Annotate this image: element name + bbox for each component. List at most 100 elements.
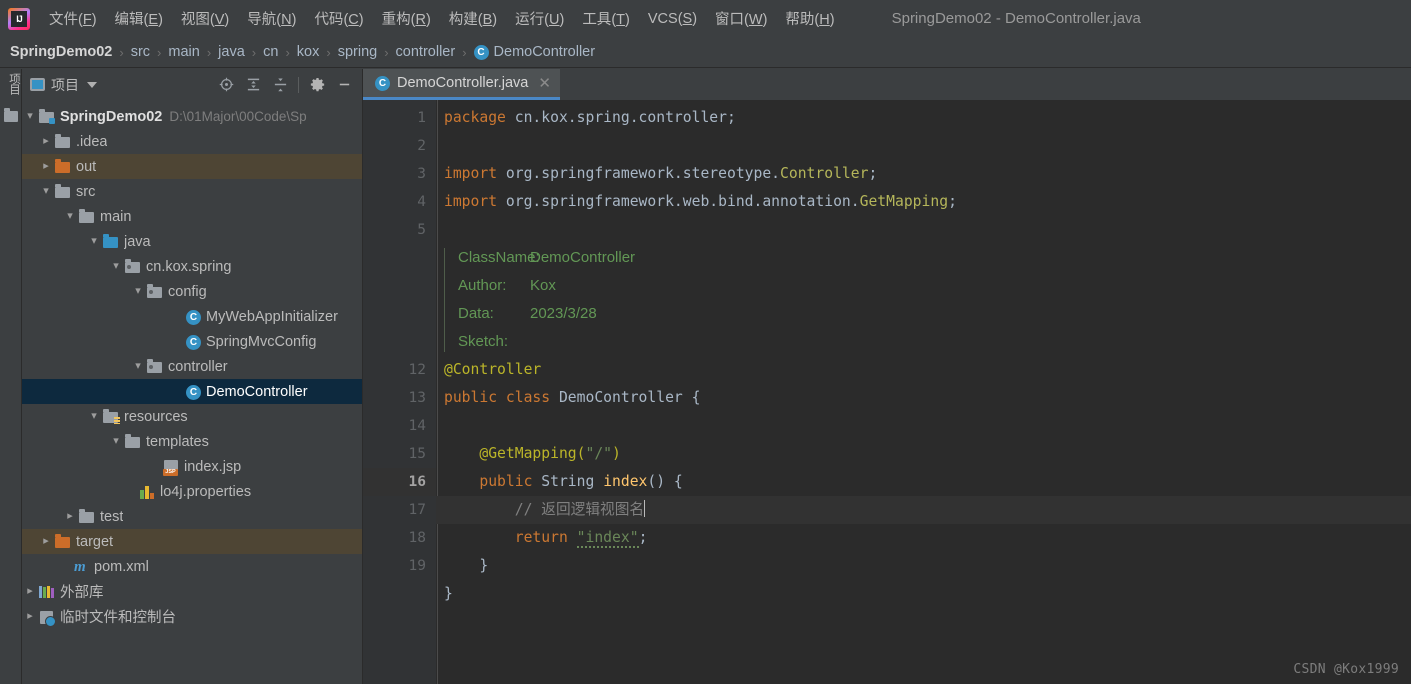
expand-all-icon[interactable] bbox=[241, 74, 265, 96]
menu-item-run[interactable]: 运行(U) bbox=[506, 5, 573, 32]
tree-node-label: config bbox=[168, 283, 207, 300]
chevron-down-icon[interactable]: ▾ bbox=[130, 361, 146, 372]
tree-node-lo4j-properties[interactable]: lo4j.properties bbox=[22, 479, 362, 504]
jsp-file-icon bbox=[162, 459, 180, 476]
code-line-12: @Controller bbox=[436, 356, 1411, 384]
tree-node-pom-xml[interactable]: m pom.xml bbox=[22, 554, 362, 579]
tool-window-button-project[interactable]: 项目 bbox=[0, 73, 22, 94]
close-icon[interactable]: ✕ bbox=[538, 76, 551, 91]
menu-item-file[interactable]: 文件(F) bbox=[40, 5, 106, 32]
breadcrumb-item-kox[interactable]: kox bbox=[297, 44, 320, 60]
chevron-right-icon[interactable]: ▸ bbox=[38, 536, 54, 547]
package-icon bbox=[146, 283, 164, 300]
menu-item-view[interactable]: 视图(V) bbox=[172, 5, 238, 32]
chevron-down-icon[interactable]: ▾ bbox=[86, 411, 102, 422]
chevron-right-icon[interactable]: ▸ bbox=[62, 511, 78, 522]
code-text-area[interactable]: package cn.kox.spring.controller; import… bbox=[436, 100, 1411, 684]
tree-node-springmvcconfig[interactable]: C SpringMvcConfig bbox=[22, 329, 362, 354]
folder-gray-icon bbox=[78, 508, 96, 525]
menu-item-window[interactable]: 窗口(W) bbox=[706, 5, 776, 32]
project-panel-header: 项目 bbox=[22, 69, 362, 100]
tree-node-label: target bbox=[76, 533, 114, 550]
tree-node-main[interactable]: ▾ main bbox=[22, 204, 362, 229]
tree-node-target[interactable]: ▸ target bbox=[22, 529, 362, 554]
breadcrumb-separator-icon: › bbox=[326, 44, 331, 60]
breadcrumb-item-controller[interactable]: controller bbox=[396, 44, 456, 60]
gear-icon[interactable] bbox=[305, 74, 329, 96]
tab-label: DemoController.java bbox=[397, 75, 529, 91]
code-token: ; bbox=[638, 529, 648, 546]
tree-node-label: 临时文件和控制台 bbox=[60, 610, 176, 626]
menu-item-vcs[interactable]: VCS(S) bbox=[639, 8, 706, 30]
line-number: 3 bbox=[417, 166, 426, 182]
menu-item-build[interactable]: 构建(B) bbox=[440, 5, 506, 32]
breadcrumb-item-project[interactable]: SpringDemo02 bbox=[10, 44, 112, 60]
chevron-right-icon[interactable]: ▸ bbox=[38, 161, 54, 172]
class-icon: C bbox=[184, 334, 202, 350]
editor-gutter[interactable]: 1 2 3 4 5 12 13 14 15 16 17 18 19 bbox=[363, 100, 436, 684]
chevron-right-icon[interactable]: ▸ bbox=[38, 136, 54, 147]
chevron-down-icon[interactable] bbox=[87, 81, 97, 88]
code-token: org.springframework.web.bind.annotation. bbox=[497, 193, 860, 210]
breadcrumb-item-spring[interactable]: spring bbox=[338, 44, 378, 60]
method-name-token: index bbox=[603, 473, 648, 490]
menu-item-navigate[interactable]: 导航(N) bbox=[238, 5, 305, 32]
breadcrumb-item-main[interactable]: main bbox=[168, 44, 199, 60]
tree-node-external-libraries[interactable]: ▸ 外部库 bbox=[22, 579, 362, 604]
chevron-down-icon[interactable]: ▾ bbox=[130, 286, 146, 297]
chevron-down-icon[interactable]: ▾ bbox=[22, 111, 38, 122]
collapse-all-icon[interactable] bbox=[268, 74, 292, 96]
code-line-3: import org.springframework.stereotype.Co… bbox=[436, 160, 1411, 188]
tree-node-resources[interactable]: ▾ resources bbox=[22, 404, 362, 429]
folder-icon[interactable] bbox=[4, 108, 18, 122]
project-tool-window: 项目 ▾ SpringDemo02 D:\01Major\00Code\Sp ▸… bbox=[22, 69, 363, 684]
tree-node-democontroller[interactable]: C DemoController bbox=[22, 379, 362, 404]
javadoc-key: Sketch: bbox=[458, 333, 509, 350]
chevron-down-icon[interactable]: ▾ bbox=[38, 186, 54, 197]
menu-item-help[interactable]: 帮助(H) bbox=[776, 5, 843, 32]
breadcrumb-item-java[interactable]: java bbox=[218, 44, 245, 60]
tree-node-springdemo02[interactable]: ▾ SpringDemo02 D:\01Major\00Code\Sp bbox=[22, 104, 362, 129]
breadcrumb-item-democontroller[interactable]: DemoController bbox=[494, 44, 596, 60]
tree-node-index-jsp[interactable]: index.jsp bbox=[22, 454, 362, 479]
tree-node-config[interactable]: ▾ config bbox=[22, 279, 362, 304]
menu-item-tools[interactable]: 工具(T) bbox=[573, 5, 639, 32]
intellij-idea-logo-icon bbox=[8, 7, 30, 30]
javadoc-comment-block[interactable]: ClassName: DemoController Author: Kox Da… bbox=[436, 244, 1411, 356]
tree-node-scratches-and-consoles[interactable]: ▸ 临时文件和控制台 bbox=[22, 604, 362, 629]
chevron-right-icon[interactable]: ▸ bbox=[22, 611, 38, 622]
tree-node-out[interactable]: ▸ out bbox=[22, 154, 362, 179]
project-tree[interactable]: ▾ SpringDemo02 D:\01Major\00Code\Sp ▸ .i… bbox=[22, 100, 362, 684]
tree-node-cn-kox-spring[interactable]: ▾ cn.kox.spring bbox=[22, 254, 362, 279]
chevron-down-icon[interactable]: ▾ bbox=[86, 236, 102, 247]
tree-node-test[interactable]: ▸ test bbox=[22, 504, 362, 529]
tab-democontroller-java[interactable]: C DemoController.java ✕ bbox=[363, 69, 560, 100]
chevron-down-icon[interactable]: ▾ bbox=[108, 261, 124, 272]
tree-node-label: main bbox=[100, 208, 132, 225]
tree-node-controller[interactable]: ▾ controller bbox=[22, 354, 362, 379]
keyword-token: import bbox=[444, 193, 498, 210]
minimize-icon[interactable] bbox=[332, 74, 356, 96]
chevron-down-icon[interactable]: ▾ bbox=[62, 211, 78, 222]
tree-node-java[interactable]: ▾ java bbox=[22, 229, 362, 254]
tree-node-idea[interactable]: ▸ .idea bbox=[22, 129, 362, 154]
code-token: org.springframework.stereotype. bbox=[497, 165, 781, 182]
breadcrumb-item-src[interactable]: src bbox=[131, 44, 150, 60]
menu-item-code[interactable]: 代码(C) bbox=[305, 5, 372, 32]
tree-node-label: MyWebAppInitializer bbox=[206, 308, 338, 325]
chevron-right-icon[interactable]: ▸ bbox=[22, 586, 38, 597]
tree-node-label: java bbox=[124, 233, 151, 250]
locate-icon[interactable] bbox=[214, 74, 238, 96]
tree-node-src[interactable]: ▾ src bbox=[22, 179, 362, 204]
line-number: 2 bbox=[417, 138, 426, 154]
tree-node-mywebappinitializer[interactable]: C MyWebAppInitializer bbox=[22, 304, 362, 329]
code-editor[interactable]: 1 2 3 4 5 12 13 14 15 16 17 18 19 packag… bbox=[363, 100, 1411, 684]
menu-item-refactor[interactable]: 重构(R) bbox=[373, 5, 440, 32]
tree-node-label: test bbox=[100, 508, 124, 525]
menu-item-edit[interactable]: 编辑(E) bbox=[106, 5, 172, 32]
chevron-down-icon[interactable]: ▾ bbox=[108, 436, 124, 447]
tree-node-templates[interactable]: ▾ templates bbox=[22, 429, 362, 454]
class-token: GetMapping bbox=[859, 193, 949, 210]
breadcrumb-item-cn[interactable]: cn bbox=[263, 44, 278, 60]
